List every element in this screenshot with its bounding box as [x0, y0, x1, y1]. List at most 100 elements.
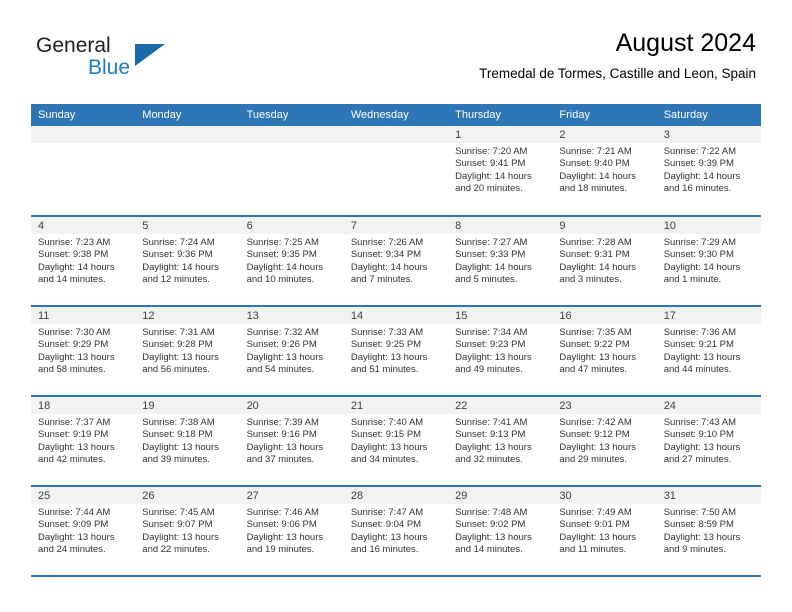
- day-detail-line: and 42 minutes.: [38, 454, 106, 466]
- day-detail-line: Sunrise: 7:48 AM: [455, 507, 528, 518]
- day-box: [343, 126, 449, 214]
- calendar-day-cell[interactable]: 23 Sunrise: 7:42 AM Sunset: 9:12 PM Dayligh…: [552, 396, 657, 487]
- day-detail-line: and 24 minutes.: [38, 544, 106, 556]
- calendar-day-cell[interactable]: 17 Sunrise: 7:36 AM Sunset: 9:21 PM Dayligh…: [656, 306, 761, 397]
- day-box: 23 Sunrise: 7:42 AM Sunset: 9:12 PM Dayligh…: [552, 397, 657, 485]
- calendar-day-cell[interactable]: 14 Sunrise: 7:33 AM Sunset: 9:25 PM Dayligh…: [343, 306, 449, 397]
- day-detail-line: Sunset: 9:18 PM: [142, 429, 213, 441]
- day-details: Sunrise: 7:43 AM Sunset: 9:10 PM Daylight:…: [657, 414, 761, 467]
- day-detail-line: Daylight: 13 hours: [559, 531, 636, 543]
- calendar-day-cell[interactable]: 20 Sunrise: 7:39 AM Sunset: 9:16 PM Dayligh…: [239, 396, 344, 487]
- calendar-day-cell[interactable]: 10 Sunrise: 7:29 AM Sunset: 9:30 PM Dayligh…: [656, 216, 761, 307]
- day-detail-line: Daylight: 13 hours: [38, 351, 115, 363]
- day-detail-line: Daylight: 14 hours: [663, 170, 741, 182]
- general-blue-logo[interactable]: General Blue: [36, 34, 166, 82]
- calendar-day-cell[interactable]: 31 Sunrise: 7:50 AM Sunset: 8:59 PM Dayligh…: [656, 486, 761, 577]
- day-detail-line: Sunrise: 7:23 AM: [38, 237, 111, 248]
- day-box: [31, 126, 136, 214]
- day-detail-line: and 56 minutes.: [142, 364, 210, 376]
- calendar-day-cell[interactable]: 25 Sunrise: 7:44 AM Sunset: 9:09 PM Dayligh…: [31, 486, 136, 577]
- day-details: Sunrise: 7:50 AM Sunset: 8:59 PM Daylight:…: [657, 504, 761, 557]
- calendar-day-cell[interactable]: 2 Sunrise: 7:21 AM Sunset: 9:40 PM Daylight…: [552, 126, 657, 217]
- day-detail-line: Sunset: 9:33 PM: [455, 249, 526, 261]
- calendar-day-cell[interactable]: 22 Sunrise: 7:41 AM Sunset: 9:13 PM Dayligh…: [448, 396, 553, 487]
- calendar-day-cell[interactable]: 7 Sunrise: 7:26 AM Sunset: 9:34 PM Daylight…: [343, 216, 449, 307]
- day-detail-line: Sunset: 9:21 PM: [663, 339, 734, 351]
- day-detail-line: Daylight: 13 hours: [559, 351, 636, 363]
- calendar-day-cell[interactable]: 9 Sunrise: 7:28 AM Sunset: 9:31 PM Daylight…: [552, 216, 657, 307]
- day-detail-line: and 9 minutes.: [663, 544, 727, 556]
- day-details: Sunrise: 7:49 AM Sunset: 9:01 PM Daylight:…: [552, 504, 656, 557]
- day-box: 16 Sunrise: 7:35 AM Sunset: 9:22 PM Dayligh…: [552, 307, 657, 395]
- day-details: Sunrise: 7:33 AM Sunset: 9:25 PM Daylight:…: [344, 324, 448, 377]
- calendar-day-cell[interactable]: 28 Sunrise: 7:47 AM Sunset: 9:04 PM Dayligh…: [343, 486, 449, 577]
- calendar-day-cell[interactable]: 12 Sunrise: 7:31 AM Sunset: 9:28 PM Dayligh…: [135, 306, 240, 397]
- day-details: [344, 143, 448, 146]
- calendar-cell-empty: [239, 126, 344, 217]
- day-detail-line: Daylight: 13 hours: [38, 441, 115, 453]
- day-number: 8: [448, 217, 553, 234]
- calendar-day-cell[interactable]: 15 Sunrise: 7:34 AM Sunset: 9:23 PM Dayligh…: [448, 306, 553, 397]
- day-detail-line: Sunrise: 7:49 AM: [559, 507, 632, 518]
- calendar-day-cell[interactable]: 6 Sunrise: 7:25 AM Sunset: 9:35 PM Daylight…: [239, 216, 344, 307]
- day-detail-line: and 5 minutes.: [455, 274, 518, 286]
- day-box: 26 Sunrise: 7:45 AM Sunset: 9:07 PM Dayligh…: [135, 487, 240, 575]
- day-details: [240, 143, 344, 146]
- day-box: 31 Sunrise: 7:50 AM Sunset: 8:59 PM Dayligh…: [656, 487, 761, 575]
- calendar-day-cell[interactable]: 29 Sunrise: 7:48 AM Sunset: 9:02 PM Dayligh…: [448, 486, 553, 577]
- page-header: General Blue August 2024 Tremedal de Tor…: [0, 0, 792, 81]
- day-detail-line: Sunrise: 7:32 AM: [246, 327, 319, 338]
- calendar-day-cell[interactable]: 5 Sunrise: 7:24 AM Sunset: 9:36 PM Daylight…: [135, 216, 240, 307]
- day-box: 17 Sunrise: 7:36 AM Sunset: 9:21 PM Dayligh…: [656, 307, 761, 395]
- calendar-day-cell[interactable]: 13 Sunrise: 7:32 AM Sunset: 9:26 PM Dayligh…: [239, 306, 344, 397]
- calendar-day-cell[interactable]: 27 Sunrise: 7:46 AM Sunset: 9:06 PM Dayligh…: [239, 486, 344, 577]
- day-detail-line: Daylight: 13 hours: [350, 531, 428, 543]
- day-details: Sunrise: 7:23 AM Sunset: 9:38 PM Daylight:…: [31, 234, 135, 287]
- day-number: 25: [31, 487, 136, 504]
- day-number: [239, 126, 344, 143]
- day-box: 28 Sunrise: 7:47 AM Sunset: 9:04 PM Dayligh…: [343, 487, 449, 575]
- calendar-day-cell[interactable]: 30 Sunrise: 7:49 AM Sunset: 9:01 PM Dayligh…: [552, 486, 657, 577]
- day-detail-line: Daylight: 13 hours: [246, 441, 324, 453]
- calendar-cell-empty: [31, 126, 136, 217]
- day-detail-line: Daylight: 13 hours: [663, 351, 741, 363]
- day-detail-line: Sunset: 9:29 PM: [38, 339, 109, 351]
- day-number: 17: [656, 307, 761, 324]
- calendar-day-cell[interactable]: 16 Sunrise: 7:35 AM Sunset: 9:22 PM Dayligh…: [552, 306, 657, 397]
- day-details: Sunrise: 7:38 AM Sunset: 9:18 PM Daylight:…: [135, 414, 239, 467]
- calendar-day-cell[interactable]: 8 Sunrise: 7:27 AM Sunset: 9:33 PM Daylight…: [448, 216, 553, 307]
- day-detail-line: and 54 minutes.: [246, 364, 315, 376]
- day-detail-line: Daylight: 13 hours: [455, 441, 532, 453]
- calendar-day-cell[interactable]: 24 Sunrise: 7:43 AM Sunset: 9:10 PM Dayligh…: [656, 396, 761, 487]
- day-number: 31: [656, 487, 761, 504]
- day-details: Sunrise: 7:20 AM Sunset: 9:41 PM Daylight:…: [448, 143, 552, 196]
- day-detail-line: Sunrise: 7:28 AM: [559, 237, 632, 248]
- day-detail-line: and 34 minutes.: [350, 454, 419, 466]
- day-number: 28: [343, 487, 449, 504]
- calendar-day-cell[interactable]: 11 Sunrise: 7:30 AM Sunset: 9:29 PM Dayligh…: [31, 306, 136, 397]
- calendar-day-cell[interactable]: 1 Sunrise: 7:20 AM Sunset: 9:41 PM Daylight…: [448, 126, 553, 217]
- day-detail-line: and 51 minutes.: [350, 364, 419, 376]
- day-detail-line: Sunset: 9:38 PM: [38, 249, 109, 261]
- day-number: 13: [239, 307, 344, 324]
- day-detail-line: Daylight: 14 hours: [455, 170, 532, 182]
- calendar-day-cell[interactable]: 3 Sunrise: 7:22 AM Sunset: 9:39 PM Daylight…: [656, 126, 761, 217]
- day-detail-line: and 12 minutes.: [142, 274, 210, 286]
- day-details: Sunrise: 7:21 AM Sunset: 9:40 PM Daylight:…: [552, 143, 656, 196]
- day-detail-line: Daylight: 14 hours: [246, 261, 324, 273]
- day-details: Sunrise: 7:31 AM Sunset: 9:28 PM Daylight:…: [135, 324, 239, 377]
- day-box: 24 Sunrise: 7:43 AM Sunset: 9:10 PM Dayligh…: [656, 397, 761, 485]
- calendar-day-cell[interactable]: 21 Sunrise: 7:40 AM Sunset: 9:15 PM Dayligh…: [343, 396, 449, 487]
- calendar-day-cell[interactable]: 19 Sunrise: 7:38 AM Sunset: 9:18 PM Dayligh…: [135, 396, 240, 487]
- day-detail-line: Sunset: 9:07 PM: [142, 519, 213, 531]
- calendar-week-row: 25 Sunrise: 7:44 AM Sunset: 9:09 PM Dayligh…: [31, 486, 761, 577]
- calendar-day-cell[interactable]: 4 Sunrise: 7:23 AM Sunset: 9:38 PM Daylight…: [31, 216, 136, 307]
- day-detail-line: Sunrise: 7:38 AM: [142, 417, 215, 428]
- day-number: 14: [343, 307, 449, 324]
- calendar-day-cell[interactable]: 26 Sunrise: 7:45 AM Sunset: 9:07 PM Dayligh…: [135, 486, 240, 577]
- calendar-day-cell[interactable]: 18 Sunrise: 7:37 AM Sunset: 9:19 PM Dayligh…: [31, 396, 136, 487]
- day-detail-line: Sunset: 9:01 PM: [559, 519, 630, 531]
- calendar-week-row: 18 Sunrise: 7:37 AM Sunset: 9:19 PM Dayligh…: [31, 396, 761, 487]
- day-detail-line: Daylight: 13 hours: [350, 351, 428, 363]
- day-detail-line: Sunrise: 7:44 AM: [38, 507, 111, 518]
